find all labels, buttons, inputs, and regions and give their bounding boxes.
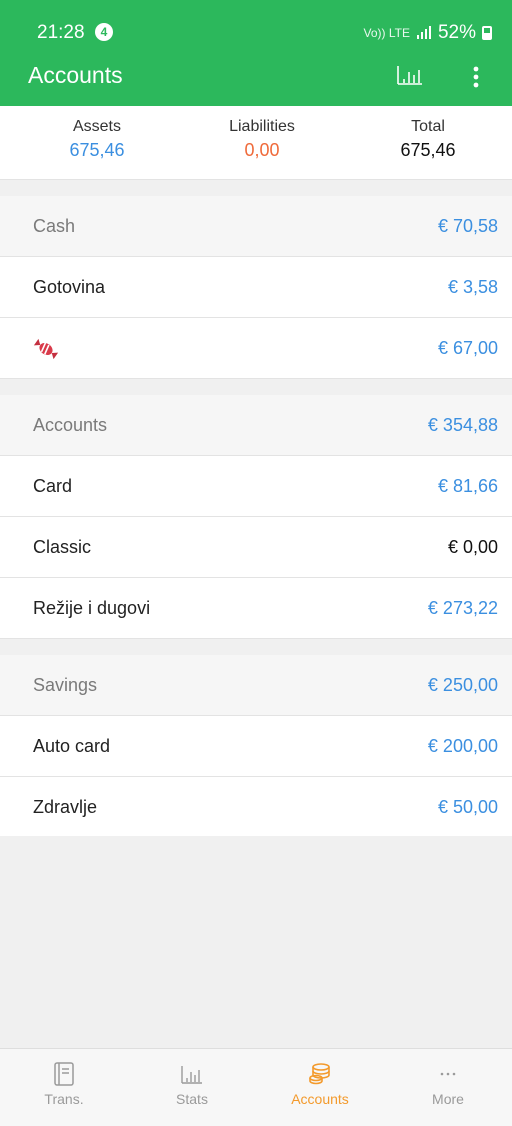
nav-label: Accounts <box>291 1091 349 1107</box>
notification-badge: 4 <box>95 23 113 41</box>
nav-label: Trans. <box>44 1091 84 1107</box>
group-header-accounts[interactable]: Accounts € 354,88 <box>0 395 512 456</box>
overflow-menu-button[interactable] <box>464 64 488 90</box>
status-right: Vo)) LTE 52% <box>363 22 492 44</box>
assets-label: Assets <box>72 118 121 135</box>
group-name: Cash <box>33 216 76 236</box>
battery-percent: 52% <box>437 22 476 43</box>
coins-icon <box>309 1063 330 1085</box>
account-amount: € 3,58 <box>447 277 498 297</box>
stats-button[interactable] <box>395 62 425 88</box>
empty-list-area <box>0 836 512 1048</box>
nav-label: More <box>432 1091 464 1107</box>
group-name: Accounts <box>33 415 108 435</box>
bar-chart-icon <box>181 1066 202 1084</box>
group-name: Savings <box>33 675 98 695</box>
group-amount: € 250,00 <box>427 675 498 695</box>
assets-summary: Assets 675,46 <box>27 118 167 161</box>
account-amount: € 81,66 <box>437 476 498 496</box>
account-amount: € 200,00 <box>427 736 498 756</box>
account-amount: € 273,22 <box>427 598 498 618</box>
account-amount: € 0,00 <box>447 537 498 557</box>
page-title: Accounts <box>28 62 123 88</box>
account-name: Classic <box>33 537 92 557</box>
liabilities-summary: Liabilities 0,00 <box>192 118 332 161</box>
nav-accounts[interactable]: Accounts <box>256 1049 384 1126</box>
more-dots-icon <box>440 1072 456 1076</box>
section-spacer <box>0 180 512 196</box>
account-row-zdravlje[interactable]: Zdravlje € 50,00 <box>0 777 512 838</box>
account-name: Gotovina <box>33 277 106 297</box>
account-row-classic[interactable]: Classic € 0,00 <box>0 517 512 578</box>
battery-icon <box>482 26 492 40</box>
group-amount: € 70,58 <box>437 216 498 236</box>
nav-label: Stats <box>176 1091 208 1107</box>
total-summary: Total 675,46 <box>358 118 498 161</box>
total-label: Total <box>411 118 445 135</box>
total-value: 675,46 <box>400 140 456 160</box>
account-amount: € 67,00 <box>437 338 498 358</box>
assets-value: 675,46 <box>69 140 125 160</box>
group-amount: € 354,88 <box>427 415 498 435</box>
bottom-nav: Trans. Stats Accounts More <box>0 1048 512 1126</box>
section-spacer <box>0 639 512 655</box>
candy-icon <box>33 338 59 360</box>
liabilities-value: 0,00 <box>244 140 280 160</box>
nav-trans[interactable]: Trans. <box>0 1049 128 1126</box>
more-vert-icon <box>473 66 479 88</box>
account-name: Card <box>33 476 73 496</box>
status-bar: 21:28 4 Vo)) LTE 52% <box>0 0 512 56</box>
app-bar: Accounts <box>0 56 512 106</box>
account-row-rezije[interactable]: Režije i dugovi € 273,22 <box>0 578 512 639</box>
section-spacer <box>0 379 512 395</box>
account-row-gotovina[interactable]: Gotovina € 3,58 <box>0 257 512 318</box>
nav-stats[interactable]: Stats <box>128 1049 256 1126</box>
account-name: Režije i dugovi <box>33 598 151 618</box>
account-row-candy[interactable]: € 67,00 <box>0 318 512 379</box>
group-header-savings[interactable]: Savings € 250,00 <box>0 655 512 716</box>
summary-bar: Assets 675,46 Liabilities 0,00 Total 675… <box>0 106 512 180</box>
book-icon <box>54 1062 74 1086</box>
account-name: Zdravlje <box>33 797 98 817</box>
signal-icon <box>416 26 431 39</box>
bar-chart-icon <box>397 66 422 85</box>
account-row-auto-card[interactable]: Auto card € 200,00 <box>0 716 512 777</box>
status-time: 21:28 <box>37 22 85 43</box>
account-name: Auto card <box>33 736 111 756</box>
liabilities-label: Liabilities <box>229 118 295 135</box>
account-amount: € 50,00 <box>437 797 498 817</box>
account-row-card[interactable]: Card € 81,66 <box>0 456 512 517</box>
group-header-cash[interactable]: Cash € 70,58 <box>0 196 512 257</box>
nav-more[interactable]: More <box>384 1049 512 1126</box>
network-indicator: Vo)) LTE <box>363 26 410 40</box>
